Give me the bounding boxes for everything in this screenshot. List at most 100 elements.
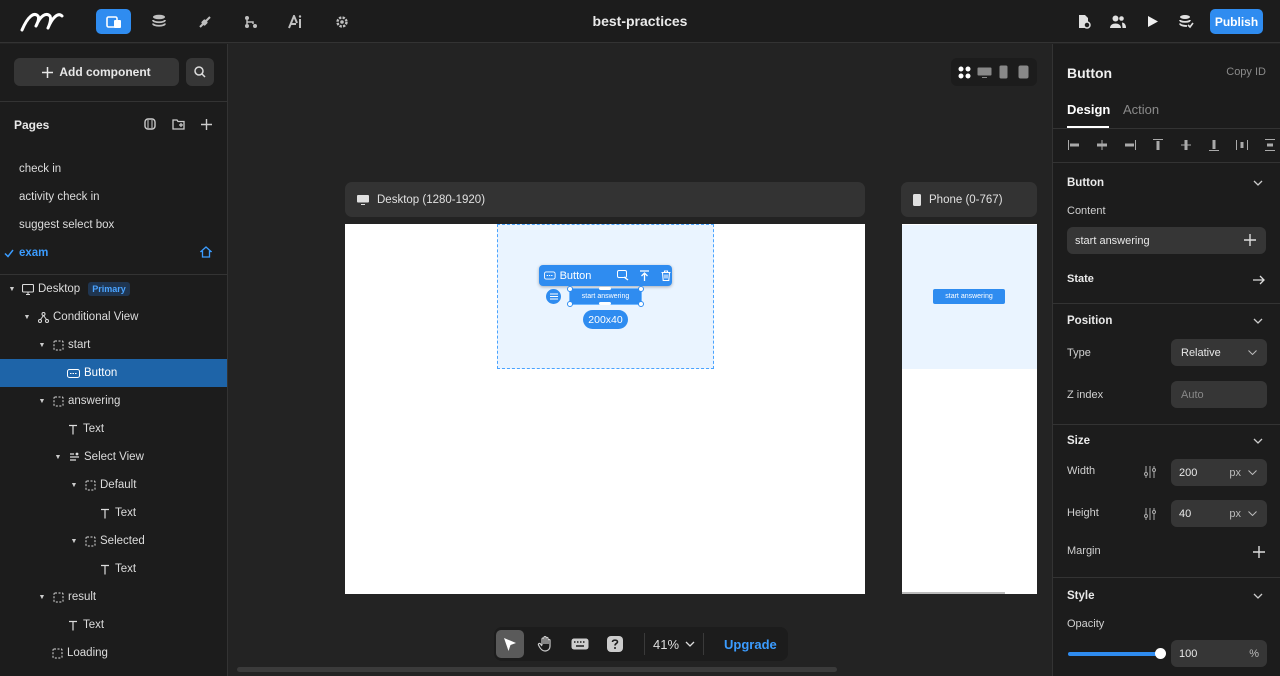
- tree-item-text[interactable]: Text: [0, 611, 227, 639]
- upgrade-link[interactable]: Upgrade: [724, 637, 777, 652]
- opacity-input[interactable]: 100 %: [1171, 640, 1267, 667]
- tab-design[interactable]: Design: [1067, 102, 1110, 117]
- phone-start-answering-button[interactable]: start answering: [933, 289, 1005, 304]
- tree-item-start[interactable]: ▼ start: [0, 331, 227, 359]
- collapse-triangle-icon[interactable]: ▼: [70, 481, 78, 489]
- collapse-triangle-icon[interactable]: ▼: [54, 453, 62, 461]
- collapse-triangle-icon[interactable]: ▼: [23, 313, 31, 321]
- resize-handle-top-right[interactable]: [638, 286, 644, 292]
- resize-handle-bottom[interactable]: [599, 302, 611, 305]
- tree-item-answering[interactable]: ▼ answering: [0, 387, 227, 415]
- content-field[interactable]: start answering: [1067, 227, 1266, 254]
- tree-item-selected[interactable]: ▼ Selected: [0, 527, 227, 555]
- page-settings-icon[interactable]: [1066, 9, 1101, 34]
- resize-handle-bottom-right[interactable]: [638, 301, 644, 307]
- add-page-icon[interactable]: [198, 116, 214, 132]
- page-item-exam[interactable]: exam: [19, 247, 48, 259]
- distribute-horizontal-icon[interactable]: [1235, 138, 1249, 152]
- chevron-down-icon[interactable]: [1252, 315, 1264, 327]
- tree-item-text[interactable]: Text: [0, 555, 227, 583]
- height-input[interactable]: 40 px: [1171, 500, 1267, 527]
- tree-item-select-view[interactable]: ▼ Select View: [0, 443, 227, 471]
- comment-icon[interactable]: [616, 269, 629, 283]
- tree-item-default[interactable]: ▼ Default: [0, 471, 227, 499]
- collapse-triangle-icon[interactable]: ▼: [70, 537, 78, 545]
- chevron-down-icon[interactable]: [1248, 470, 1257, 475]
- select-tool[interactable]: [496, 630, 524, 658]
- desktop-view-icon[interactable]: [976, 64, 992, 80]
- page-item-check-in[interactable]: check in: [19, 163, 61, 175]
- sizing-mode-icon[interactable]: [1143, 465, 1157, 479]
- phone-view-icon[interactable]: [1015, 64, 1031, 80]
- width-input[interactable]: 200 px: [1171, 459, 1267, 486]
- distribute-vertical-icon[interactable]: [1263, 138, 1277, 152]
- tree-item-desktop[interactable]: ▼ Desktop Primary: [0, 275, 227, 303]
- desktop-breakpoint-label[interactable]: Desktop (1280-1920): [345, 182, 865, 217]
- tree-item-conditional-view[interactable]: ▼ Conditional View: [0, 303, 227, 331]
- search-button[interactable]: [186, 58, 214, 86]
- tree-item-text[interactable]: Text: [0, 499, 227, 527]
- height-unit[interactable]: px: [1229, 508, 1241, 520]
- tree-item-button[interactable]: Button: [0, 359, 227, 387]
- add-component-button[interactable]: Add component: [14, 58, 179, 86]
- state-arrow-icon[interactable]: [1252, 273, 1266, 287]
- phone-frame-scrollbar[interactable]: [902, 592, 1005, 594]
- opacity-slider-track[interactable]: [1068, 652, 1159, 656]
- align-left-icon[interactable]: [1067, 138, 1081, 152]
- new-folder-icon[interactable]: [170, 116, 186, 132]
- zoom-select[interactable]: 41%: [653, 637, 695, 652]
- publish-button[interactable]: Publish: [1210, 9, 1263, 34]
- opacity-slider-thumb[interactable]: [1155, 648, 1166, 659]
- align-bottom-icon[interactable]: [1207, 138, 1221, 152]
- align-right-icon[interactable]: [1123, 138, 1137, 152]
- resize-handle-top[interactable]: [599, 287, 611, 290]
- settings-icon[interactable]: [324, 9, 359, 34]
- collapse-triangle-icon[interactable]: ▼: [8, 285, 16, 293]
- keyboard-shortcuts[interactable]: [566, 630, 594, 658]
- workflow-icon[interactable]: [233, 9, 268, 34]
- collapse-triangle-icon[interactable]: ▼: [38, 341, 46, 349]
- page-item-suggest-select-box[interactable]: suggest select box: [19, 219, 114, 231]
- tree-item-text[interactable]: Text: [0, 415, 227, 443]
- width-unit[interactable]: px: [1229, 467, 1241, 479]
- collapse-triangle-icon[interactable]: ▼: [38, 397, 46, 405]
- collapse-triangle-icon[interactable]: ▼: [38, 593, 46, 601]
- canvas-horizontal-scrollbar[interactable]: [237, 667, 837, 672]
- sizing-mode-icon[interactable]: [1143, 507, 1157, 521]
- align-center-horizontal-icon[interactable]: [1095, 138, 1109, 152]
- align-middle-icon[interactable]: [1179, 138, 1193, 152]
- tree-item-loading[interactable]: Loading: [0, 639, 227, 667]
- add-content-icon[interactable]: [1244, 234, 1256, 246]
- plugin-icon[interactable]: [187, 9, 222, 34]
- phone-breakpoint-label[interactable]: Phone (0-767): [901, 182, 1037, 217]
- chevron-down-icon[interactable]: [1248, 511, 1257, 516]
- preview-play-icon[interactable]: [1135, 9, 1170, 34]
- help-button[interactable]: [601, 630, 629, 658]
- app-logo[interactable]: [20, 8, 66, 34]
- position-type-select[interactable]: Relative: [1171, 339, 1267, 366]
- page-item-activity-check-in[interactable]: activity check in: [19, 191, 100, 203]
- resize-handle-bottom-left[interactable]: [567, 301, 573, 307]
- database-icon[interactable]: [141, 9, 176, 34]
- home-icon[interactable]: [200, 246, 212, 258]
- resize-handle-top-left[interactable]: [567, 286, 573, 292]
- tablet-view-icon[interactable]: [996, 64, 1012, 80]
- chevron-down-icon[interactable]: [1252, 435, 1264, 447]
- element-menu-button[interactable]: [546, 289, 561, 304]
- pages-icon[interactable]: [96, 9, 131, 34]
- select-parent-icon[interactable]: [638, 269, 650, 283]
- grid-view-icon[interactable]: [957, 64, 973, 80]
- page-layout-icon[interactable]: [142, 116, 158, 132]
- users-icon[interactable]: [1100, 9, 1135, 34]
- chevron-down-icon[interactable]: [1252, 177, 1264, 189]
- ai-icon[interactable]: [279, 9, 314, 34]
- trash-icon[interactable]: [660, 269, 672, 283]
- hand-tool[interactable]: [531, 630, 559, 658]
- chevron-down-icon[interactable]: [1252, 590, 1264, 602]
- zindex-input[interactable]: Auto: [1171, 381, 1267, 408]
- tree-item-result[interactable]: ▼ result: [0, 583, 227, 611]
- copy-id-link[interactable]: Copy ID: [1226, 66, 1266, 78]
- tab-action[interactable]: Action: [1123, 102, 1159, 117]
- database-check-icon[interactable]: [1169, 9, 1204, 34]
- align-top-icon[interactable]: [1151, 138, 1165, 152]
